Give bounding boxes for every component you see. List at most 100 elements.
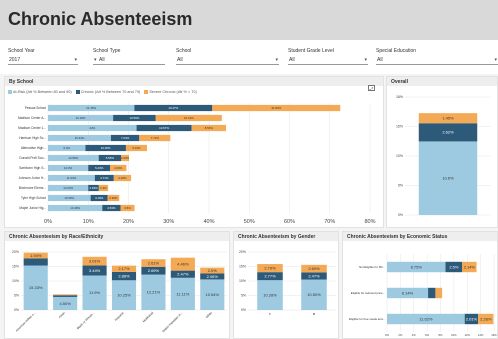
category-label: Madison Center 1... bbox=[18, 126, 46, 130]
panel-title: By School bbox=[5, 77, 383, 86]
data-label: 10.6% bbox=[442, 176, 454, 181]
filter-school-type: School Type ▾ All bbox=[93, 48, 165, 65]
data-label: 4.71% bbox=[100, 176, 109, 180]
school-type-select[interactable]: ▾ All bbox=[93, 57, 165, 65]
category-label: Hispanic bbox=[114, 311, 125, 322]
category-label: Multiracial bbox=[142, 311, 155, 324]
race-chart: 0% 5% 10% 15% 20% 15.33% 1.94% American Indian … bbox=[12, 250, 227, 333]
y-tick-label: 0% bbox=[241, 308, 246, 312]
legend-swatch bbox=[8, 90, 12, 94]
legend-item: Severe Chronic (Att % < 70) bbox=[149, 90, 197, 94]
category-label: Harrison High Sc... bbox=[19, 136, 46, 140]
x-tick-label: 0% bbox=[44, 219, 52, 225]
school-year-select[interactable]: 2017 ▾ bbox=[8, 57, 78, 65]
data-label: 4.46% bbox=[177, 262, 189, 267]
data-label: 9.3% bbox=[63, 146, 70, 150]
filter-school: School All ▾ bbox=[176, 48, 279, 65]
data-label: 2.3% bbox=[100, 186, 107, 190]
econ-panel: Chronic Absenteeism by Economic Status 0… bbox=[342, 231, 498, 339]
x-tick-label: 10% bbox=[83, 219, 94, 225]
data-label: 7.04% bbox=[121, 136, 130, 140]
data-label: 5.23% bbox=[132, 146, 141, 150]
gender-chart: 0% 5% 10% 15% 20% 10.28% 2.77% 2.79% F 10.50% 2.47… bbox=[239, 250, 336, 316]
x-tick-label: 6% bbox=[425, 333, 430, 337]
category-label: Donald Prell Sou... bbox=[19, 156, 46, 160]
gender-panel: Chronic Absenteeism by Gender 0% 5% 10% 15%… bbox=[233, 231, 339, 339]
data-label: 2.14% bbox=[464, 264, 476, 269]
data-label: 2.79% bbox=[264, 266, 276, 271]
category-label: Eligible for free meals and... bbox=[349, 317, 385, 321]
data-label: 15.33% bbox=[29, 285, 43, 290]
dashboard-root: { "header": {"title": "Chronic Absenteei… bbox=[0, 0, 498, 339]
data-label: 4.29% bbox=[118, 176, 127, 180]
x-tick-label: 16% bbox=[491, 333, 497, 337]
filter-label: Special Education bbox=[376, 48, 417, 54]
legend-swatch bbox=[75, 90, 80, 94]
filter-bar: School Year 2017 ▾ School Type ▾ All Schoo… bbox=[0, 40, 498, 74]
category-label: Native Hawaiian or... bbox=[161, 311, 183, 333]
data-label: 8.75% bbox=[411, 264, 423, 269]
category-label: Sarribonn High S... bbox=[19, 166, 46, 170]
data-label: 1.94% bbox=[30, 253, 42, 258]
data-label: 2.28% bbox=[480, 316, 492, 321]
econ-chart: 0% 2% 4% 6% 8% 10% 12% 14% 16% Not Eligible for F… bbox=[349, 254, 497, 337]
legend-item: Chronic (Att % Between 70 and 79) bbox=[80, 90, 141, 94]
x-tick-label: 8% bbox=[438, 333, 443, 337]
data-label: 2.0% bbox=[208, 268, 218, 273]
category-label: Maple Junior Hig... bbox=[19, 206, 46, 210]
data-label: 2.5% bbox=[449, 264, 459, 269]
select-value: All bbox=[377, 57, 383, 63]
select-value: 2017 bbox=[9, 57, 21, 63]
data-label: 2.61% bbox=[148, 260, 160, 265]
data-label: 2.93% bbox=[109, 196, 118, 200]
x-tick-label: 10% bbox=[451, 333, 457, 337]
category-label: Alternative High... bbox=[21, 146, 46, 150]
data-label: 10.06% bbox=[101, 146, 111, 150]
filter-grade-level: Student Grade Level All ▾ bbox=[288, 48, 368, 65]
data-label: 2.63% bbox=[89, 186, 98, 190]
data-label: 16.41% bbox=[184, 116, 194, 120]
bar-segment bbox=[435, 287, 443, 299]
data-label: 2.06% bbox=[207, 274, 219, 279]
expand-icon[interactable]: ⤢ bbox=[368, 85, 375, 91]
y-tick-label: 20% bbox=[12, 250, 19, 254]
category-label: M bbox=[313, 312, 316, 316]
chevron-down-icon: ▾ bbox=[494, 57, 497, 63]
grade-level-select[interactable]: All ▾ bbox=[288, 57, 368, 65]
data-label: 4.06% bbox=[114, 166, 123, 170]
school-select[interactable]: All ▾ bbox=[176, 57, 279, 65]
data-label: 13.67% bbox=[159, 126, 169, 130]
x-tick-label: 30% bbox=[163, 219, 174, 225]
category-label: Madison Center A... bbox=[18, 116, 46, 120]
special-education-select[interactable]: All ▾ bbox=[376, 57, 498, 65]
y-tick-label: 18% bbox=[396, 95, 403, 99]
bar-segment bbox=[53, 295, 78, 297]
overall-chart: 0% 5% 10% 15% 18% 10.6% 2.62% 1.45% bbox=[396, 95, 491, 217]
data-label: 2.17% bbox=[118, 266, 130, 271]
data-label: 11.64% bbox=[67, 176, 77, 180]
data-label: 2.69% bbox=[148, 268, 160, 273]
filter-label: Student Grade Level bbox=[288, 48, 334, 54]
y-tick-label: 0% bbox=[14, 308, 19, 312]
x-tick-label: 0% bbox=[385, 333, 390, 337]
data-label: 2.60% bbox=[308, 266, 320, 271]
category-label: Eligible for reduced price... bbox=[351, 291, 385, 295]
filter-label: School Type bbox=[93, 48, 121, 54]
chevron-down-icon: ▾ bbox=[74, 57, 77, 63]
data-label: 5.55% bbox=[106, 156, 115, 160]
x-tick-label: 14% bbox=[478, 333, 484, 337]
data-label: 22% bbox=[89, 126, 95, 130]
x-tick-label: 4% bbox=[412, 333, 417, 337]
data-label: 15.64% bbox=[75, 136, 85, 140]
data-label: 16.18% bbox=[76, 116, 86, 120]
bar-segment bbox=[23, 258, 48, 266]
category-label: Johnson Junior H... bbox=[19, 176, 47, 180]
panel-title: Chronic Absenteeism by Race/Ethnicity bbox=[5, 232, 229, 241]
data-label: 2.47% bbox=[308, 273, 320, 278]
bar-segment bbox=[428, 287, 436, 299]
data-label: 7.72% bbox=[151, 136, 160, 140]
data-label: 10.54% bbox=[205, 292, 219, 297]
x-tick-label: 12% bbox=[464, 333, 470, 337]
data-label: 13.48% bbox=[70, 206, 80, 210]
data-label: 11.11% bbox=[176, 291, 189, 296]
